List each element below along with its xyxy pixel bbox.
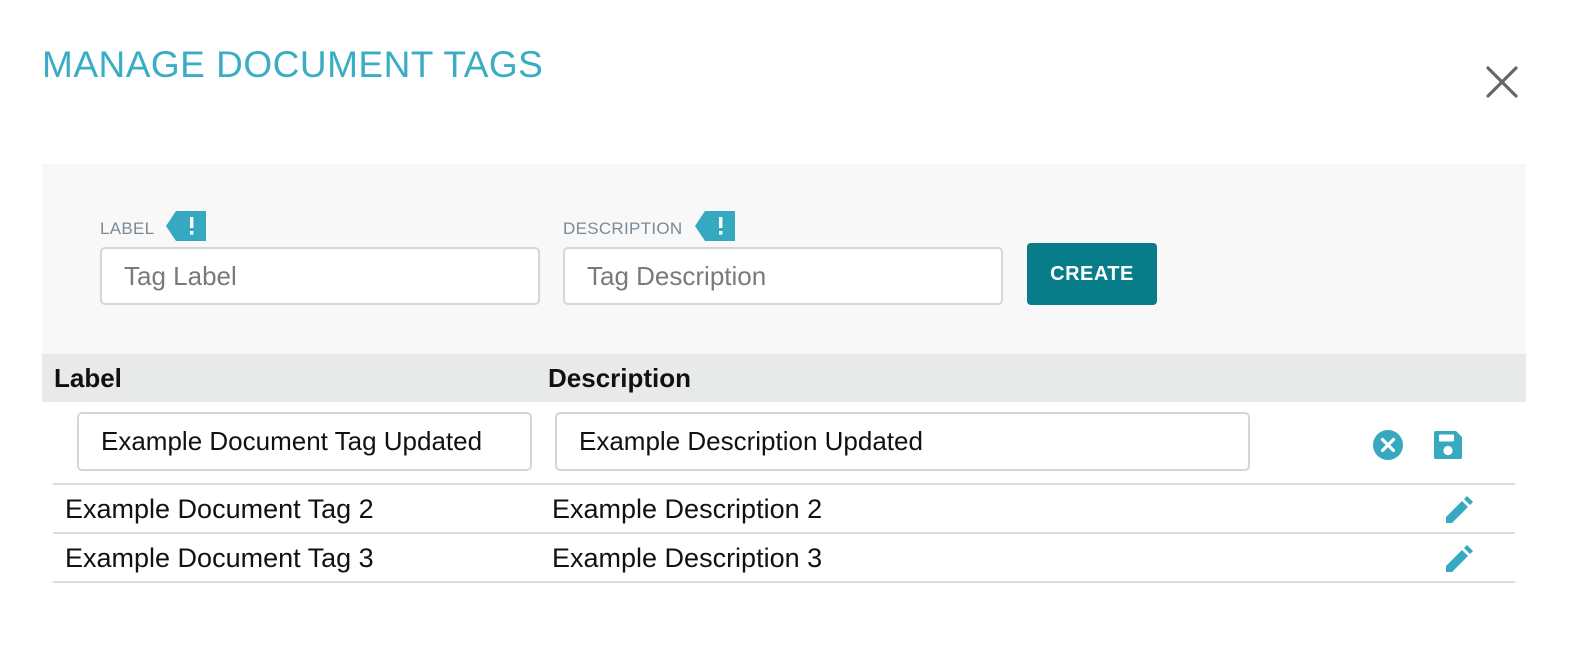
dialog-title: MANAGE DOCUMENT TAGS [42, 44, 544, 85]
edit-label-input[interactable] [77, 412, 532, 471]
manage-tags-dialog: MANAGE DOCUMENT TAGS LABEL DESCRIPTION [0, 0, 1590, 666]
pencil-icon[interactable] [1442, 493, 1476, 527]
exclamation-flag-icon [695, 211, 735, 241]
tag-label-input[interactable] [100, 247, 540, 305]
column-header-label: Label [54, 363, 122, 393]
tag-label-cell: Example Document Tag 2 [65, 494, 374, 524]
close-icon-graphic [1486, 66, 1518, 98]
exclamation-flag-icon [166, 211, 206, 241]
create-button[interactable]: CREATE [1027, 243, 1157, 305]
save-floppy-icon[interactable] [1431, 428, 1465, 462]
pencil-icon[interactable] [1442, 542, 1476, 576]
table-header: Label Description [42, 354, 1526, 402]
table-row-editing [53, 402, 1515, 485]
cancel-circle-icon[interactable] [1371, 428, 1405, 462]
create-tag-panel: LABEL DESCRIPTION CREATE [42, 164, 1526, 354]
label-field-caption: LABEL [100, 219, 155, 238]
close-icon[interactable] [1484, 64, 1520, 100]
tag-description-input[interactable] [563, 247, 1003, 305]
table-row: Example Document Tag 3 Example Descripti… [53, 534, 1515, 583]
tag-label-cell: Example Document Tag 3 [65, 543, 374, 573]
description-field-caption: DESCRIPTION [563, 219, 683, 238]
tag-description-cell: Example Description 3 [552, 543, 823, 573]
table-row: Example Document Tag 2 Example Descripti… [53, 485, 1515, 534]
column-header-description: Description [548, 363, 692, 393]
tag-description-cell: Example Description 2 [552, 494, 823, 524]
edit-description-input[interactable] [555, 412, 1250, 471]
